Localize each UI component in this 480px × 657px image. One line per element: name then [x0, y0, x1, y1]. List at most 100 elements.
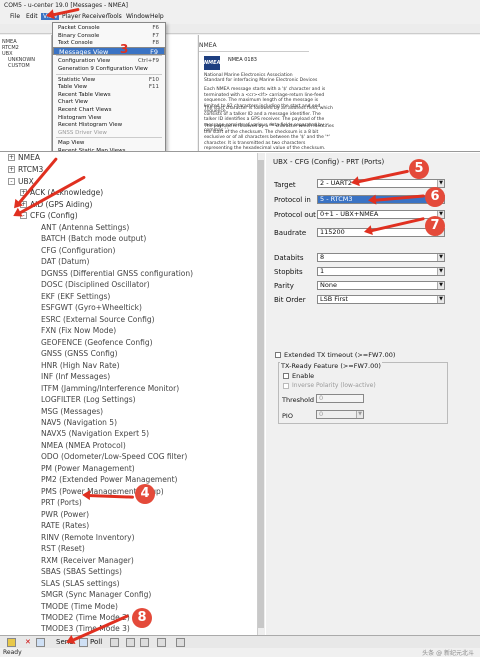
- menu-tools[interactable]: Tools: [105, 13, 124, 20]
- expand-icon[interactable]: +: [8, 166, 15, 173]
- tree-item-cfg[interactable]: ESFGWT (Gyro+Wheeltick): [41, 303, 142, 312]
- inverse-polarity-checkbox[interactable]: [283, 383, 289, 389]
- tree-item-cfg[interactable]: GEOFENCE (Geofence Config): [41, 338, 153, 347]
- tree-item-cfg[interactable]: NAVX5 (Navigation Expert 5): [41, 429, 149, 438]
- tree-item-cfg[interactable]: RST (Reset): [41, 544, 85, 553]
- tree-item-cfg[interactable]: ITFM (Jamming/Interference Monitor): [41, 384, 179, 393]
- target-select[interactable]: 2 - UART2 ▼: [317, 179, 445, 188]
- protocol-in-label: Protocol in: [274, 196, 311, 204]
- protocol-out-label: Protocol out: [274, 211, 316, 219]
- tree-item-cfg[interactable]: CFG (Configuration): [41, 246, 115, 255]
- parity-select[interactable]: None ▼: [317, 281, 445, 290]
- tool-icon[interactable]: [176, 638, 185, 647]
- tree-item-cfg[interactable]: SLAS (SLAS settings): [41, 579, 120, 588]
- inverse-polarity-label: Inverse Polarity (low-active): [292, 382, 376, 389]
- tree-item-cfg[interactable]: PRT (Ports): [41, 498, 82, 507]
- menu-separator: [56, 137, 162, 139]
- tree-item-cfg[interactable]: PM (Power Management): [41, 464, 135, 473]
- messages-tree-mini: NMEA RTCM2 UBX UNKNOWN CUSTOM: [0, 35, 52, 151]
- nmea-standard: NMEA 0183: [228, 57, 257, 63]
- chevron-down-icon: ▼: [437, 180, 444, 187]
- tree-item-cfg[interactable]: ANT (Antenna Settings): [41, 223, 129, 232]
- tree-item-cfg[interactable]: ODO (Odometer/Low-Speed COG filter): [41, 452, 187, 461]
- bit-order-select[interactable]: LSB First ▼: [317, 295, 445, 304]
- tree-item-cfg[interactable]: EKF (EKF Settings): [41, 292, 110, 301]
- extended-tx-checkbox[interactable]: [275, 352, 281, 358]
- step-badge-8: 8: [132, 608, 152, 628]
- tree-item-cfg[interactable]: BATCH (Batch mode output): [41, 234, 146, 243]
- tree-item-cfg[interactable]: ESRC (External Source Config): [41, 315, 155, 324]
- nmea-para-3: The payload is followed by a '*' charact…: [204, 124, 334, 151]
- tree-item-cfg[interactable]: RXM (Receiver Manager): [41, 556, 134, 565]
- view-dropdown-menu: Packet Console F6 Binary Console F7 Text Con…: [52, 22, 166, 151]
- tree-item-cfg[interactable]: SMGR (Sync Manager Config): [41, 590, 151, 599]
- form-title: UBX - CFG (Config) - PRT (Ports): [273, 158, 385, 166]
- tree-item-cfg[interactable]: GNSS (GNSS Config): [41, 349, 118, 358]
- menu-item[interactable]: GNSS Driver View: [53, 129, 165, 137]
- tree-item-cfg[interactable]: NAV5 (Navigation 5): [41, 418, 117, 427]
- databits-label: Databits: [274, 254, 304, 262]
- close-icon[interactable]: ✕: [25, 637, 31, 648]
- view-menu-screenshot: COM5 - u-center 19.0 [Messages - NMEA] F…: [0, 0, 480, 152]
- tree-item-cfg[interactable]: PM2 (Extended Power Management): [41, 475, 177, 484]
- pio-select[interactable]: 0 ▼: [316, 410, 364, 419]
- pio-label: PIO: [282, 412, 293, 420]
- tree-item-cfg[interactable]: MSG (Messages): [41, 407, 103, 416]
- mini-item[interactable]: CUSTOM: [2, 63, 49, 69]
- step-badge-6: 6: [425, 187, 445, 207]
- tree-item-cfg[interactable]: SBAS (SBAS Settings): [41, 567, 122, 576]
- tool-icon[interactable]: [126, 638, 135, 647]
- poll-icon[interactable]: [79, 638, 88, 647]
- tree-node-nmea[interactable]: + NMEA: [8, 153, 40, 162]
- menu-edit[interactable]: Edit: [24, 13, 40, 20]
- lock-icon[interactable]: [7, 638, 16, 647]
- tree-node-ubx[interactable]: - UBX: [8, 177, 34, 186]
- status-bar: Ready: [0, 648, 480, 657]
- menu-separator: [56, 73, 162, 75]
- threshold-label: Threshold: [282, 396, 315, 404]
- step-badge-5: 5: [409, 159, 429, 179]
- tree-item-cfg[interactable]: RATE (Rates): [41, 521, 89, 530]
- stopbits-select[interactable]: 1 ▼: [317, 267, 445, 276]
- tool-icon[interactable]: [157, 638, 166, 647]
- poll-button[interactable]: Poll: [90, 637, 102, 648]
- menu-item[interactable]: Messages View F9: [53, 46, 165, 56]
- menu-help[interactable]: Help: [148, 13, 166, 20]
- tree-item-cfg[interactable]: RINV (Remote Inventory): [41, 533, 135, 542]
- menu-file[interactable]: File: [8, 13, 22, 20]
- step-badge-3: 3: [120, 42, 129, 56]
- expand-icon[interactable]: +: [8, 154, 15, 161]
- tree-item-cfg[interactable]: DOSC (Disciplined Oscillator): [41, 280, 150, 289]
- enable-checkbox[interactable]: [283, 373, 289, 379]
- tx-ready-label: TX-Ready Feature (>=FW7.00): [280, 362, 382, 370]
- databits-select[interactable]: 8 ▼: [317, 253, 445, 262]
- collapse-icon[interactable]: -: [8, 178, 15, 185]
- target-label: Target: [274, 181, 296, 189]
- tree-node-rtcm3[interactable]: + RTCM3: [8, 165, 43, 174]
- watermark: 头条 @ 新纪元北斗: [422, 650, 474, 657]
- threshold-input[interactable]: 0: [316, 394, 364, 403]
- tree-item-cfg[interactable]: TMODE (Time Mode): [41, 602, 118, 611]
- send-icon[interactable]: [36, 638, 45, 647]
- tree-item-cfg[interactable]: FXN (Fix Now Mode): [41, 326, 116, 335]
- chevron-down-icon: ▼: [437, 254, 444, 261]
- tree-item-cfg[interactable]: HNR (High Nav Rate): [41, 361, 120, 370]
- tool-icon[interactable]: [140, 638, 149, 647]
- tree-item-cfg[interactable]: DGNSS (Differential GNSS configuration): [41, 269, 193, 278]
- tree-node-cfg[interactable]: - CFG (Config): [20, 211, 78, 220]
- tree-item-cfg[interactable]: NMEA (NMEA Protocol): [41, 441, 126, 450]
- bit-order-label: Bit Order: [274, 296, 306, 304]
- menu-item[interactable]: Generation 9 Configuration View: [53, 65, 165, 73]
- tree-item-cfg[interactable]: PWR (Power): [41, 510, 89, 519]
- tree-item-cfg[interactable]: DAT (Datum): [41, 257, 89, 266]
- extended-tx-label: Extended TX timeout (>=FW7.00): [284, 351, 396, 359]
- protocol-out-select[interactable]: 0+1 - UBX+NMEA ▼: [317, 210, 445, 219]
- chevron-down-icon: ▼: [437, 282, 444, 289]
- menu-item[interactable]: Recent Static Map Views: [53, 147, 165, 151]
- tree-item-cfg[interactable]: INF (Inf Messages): [41, 372, 110, 381]
- chevron-down-icon: ▼: [356, 411, 363, 418]
- baudrate-label: Baudrate: [274, 229, 307, 237]
- tool-icon[interactable]: [110, 638, 119, 647]
- tree-scrollbar-thumb[interactable]: [258, 160, 264, 628]
- tree-item-cfg[interactable]: LOGFILTER (Log Settings): [41, 395, 136, 404]
